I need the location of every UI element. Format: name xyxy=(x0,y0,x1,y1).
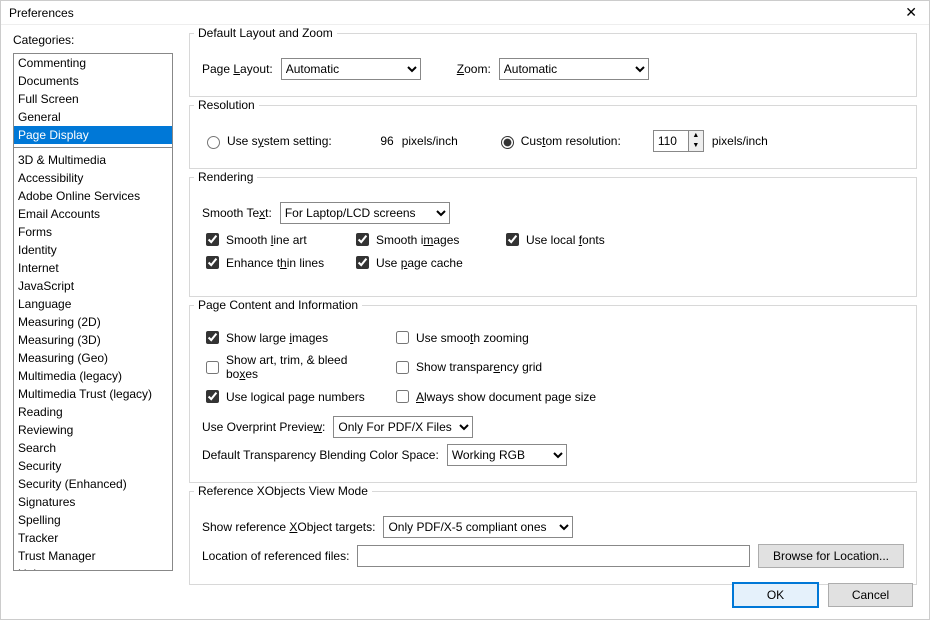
category-item[interactable]: Trust Manager xyxy=(14,547,172,565)
custom-resolution-spinner[interactable]: ▲ ▼ xyxy=(653,130,704,152)
category-item[interactable]: JavaScript xyxy=(14,277,172,295)
close-icon[interactable]: ✕ xyxy=(901,4,921,21)
location-label: Location of referenced files: xyxy=(202,549,349,563)
category-item[interactable]: Spelling xyxy=(14,511,172,529)
page-layout-select[interactable]: Automatic xyxy=(281,58,421,80)
category-item[interactable]: Adobe Online Services xyxy=(14,187,172,205)
blending-select[interactable]: Working RGB xyxy=(447,444,567,466)
group-legend: Page Content and Information xyxy=(194,298,362,312)
window-title: Preferences xyxy=(9,6,74,20)
page-cache-checkbox[interactable]: Use page cache xyxy=(352,253,478,272)
group-legend: Resolution xyxy=(194,98,259,112)
smooth-zooming-checkbox[interactable]: Use smooth zooming xyxy=(392,328,880,347)
smooth-line-art-checkbox[interactable]: Smooth line art xyxy=(202,230,328,249)
category-item[interactable]: Multimedia (legacy) xyxy=(14,367,172,385)
group-rendering: Rendering Smooth Text: For Laptop/LCD sc… xyxy=(189,177,917,297)
transparency-grid-checkbox[interactable]: Show transparency grid xyxy=(392,353,880,381)
group-legend: Default Layout and Zoom xyxy=(194,26,337,40)
category-item[interactable]: Security (Enhanced) xyxy=(14,475,172,493)
categories-list[interactable]: CommentingDocumentsFull ScreenGeneralPag… xyxy=(13,53,173,571)
category-item[interactable]: Reading xyxy=(14,403,172,421)
doc-page-size-checkbox[interactable]: Always show document page size xyxy=(392,387,880,406)
category-item[interactable]: Reviewing xyxy=(14,421,172,439)
category-item[interactable]: Measuring (Geo) xyxy=(14,349,172,367)
category-item[interactable]: Multimedia Trust (legacy) xyxy=(14,385,172,403)
group-legend: Reference XObjects View Mode xyxy=(194,484,372,498)
category-item[interactable]: Internet xyxy=(14,259,172,277)
custom-resolution-radio[interactable]: Custom resolution: xyxy=(496,133,621,149)
category-item[interactable]: Language xyxy=(14,295,172,313)
page-layout-label: Page Layout: xyxy=(202,62,273,76)
overprint-label: Use Overprint Preview: xyxy=(202,420,325,434)
category-item[interactable]: Commenting xyxy=(14,54,172,72)
category-item[interactable]: Signatures xyxy=(14,493,172,511)
blending-label: Default Transparency Blending Color Spac… xyxy=(202,448,439,462)
category-item[interactable]: Tracker xyxy=(14,529,172,547)
group-resolution: Resolution Use system setting: 96 pixels… xyxy=(189,105,917,169)
category-item[interactable]: Search xyxy=(14,439,172,457)
group-page-content: Page Content and Information Show large … xyxy=(189,305,917,483)
use-system-radio[interactable]: Use system setting: xyxy=(202,133,332,149)
logical-pages-checkbox[interactable]: Use logical page numbers xyxy=(202,387,368,406)
category-item[interactable]: Full Screen xyxy=(14,90,172,108)
titlebar: Preferences ✕ xyxy=(1,1,929,25)
smooth-text-label: Smooth Text: xyxy=(202,206,272,220)
category-item[interactable]: Email Accounts xyxy=(14,205,172,223)
local-fonts-checkbox[interactable]: Use local fonts xyxy=(502,230,628,249)
ok-button[interactable]: OK xyxy=(733,583,818,607)
show-ref-select[interactable]: Only PDF/X-5 compliant ones xyxy=(383,516,573,538)
show-ref-label: Show reference XObject targets: xyxy=(202,520,375,534)
smooth-images-checkbox[interactable]: Smooth images xyxy=(352,230,478,249)
category-item[interactable]: Forms xyxy=(14,223,172,241)
enhance-thin-lines-checkbox[interactable]: Enhance thin lines xyxy=(202,253,328,272)
category-item[interactable]: Accessibility xyxy=(14,169,172,187)
category-item[interactable]: 3D & Multimedia xyxy=(14,151,172,169)
category-item[interactable]: Documents xyxy=(14,72,172,90)
art-boxes-checkbox[interactable]: Show art, trim, & bleed boxes xyxy=(202,353,368,381)
large-images-checkbox[interactable]: Show large images xyxy=(202,328,368,347)
cancel-button[interactable]: Cancel xyxy=(828,583,913,607)
group-layout-zoom: Default Layout and Zoom Page Layout: Aut… xyxy=(189,33,917,97)
group-xobjects: Reference XObjects View Mode Show refere… xyxy=(189,491,917,585)
category-item[interactable]: Units xyxy=(14,565,172,571)
unit-label: pixels/inch xyxy=(402,134,458,148)
zoom-select[interactable]: Automatic xyxy=(499,58,649,80)
category-item[interactable]: Security xyxy=(14,457,172,475)
category-item[interactable]: General xyxy=(14,108,172,126)
category-item[interactable]: Measuring (3D) xyxy=(14,331,172,349)
unit-label: pixels/inch xyxy=(712,134,768,148)
category-item[interactable]: Page Display xyxy=(14,126,172,144)
categories-label: Categories: xyxy=(13,33,173,47)
category-item[interactable]: Measuring (2D) xyxy=(14,313,172,331)
browse-button[interactable]: Browse for Location... xyxy=(758,544,904,568)
spin-down-icon[interactable]: ▼ xyxy=(689,141,703,151)
smooth-text-select[interactable]: For Laptop/LCD screens xyxy=(280,202,450,224)
overprint-select[interactable]: Only For PDF/X Files xyxy=(333,416,473,438)
location-input[interactable] xyxy=(357,545,750,567)
group-legend: Rendering xyxy=(194,170,257,184)
category-item[interactable]: Identity xyxy=(14,241,172,259)
zoom-label: Zoom: xyxy=(457,62,491,76)
spin-up-icon[interactable]: ▲ xyxy=(689,131,703,141)
system-value: 96 xyxy=(364,134,394,148)
